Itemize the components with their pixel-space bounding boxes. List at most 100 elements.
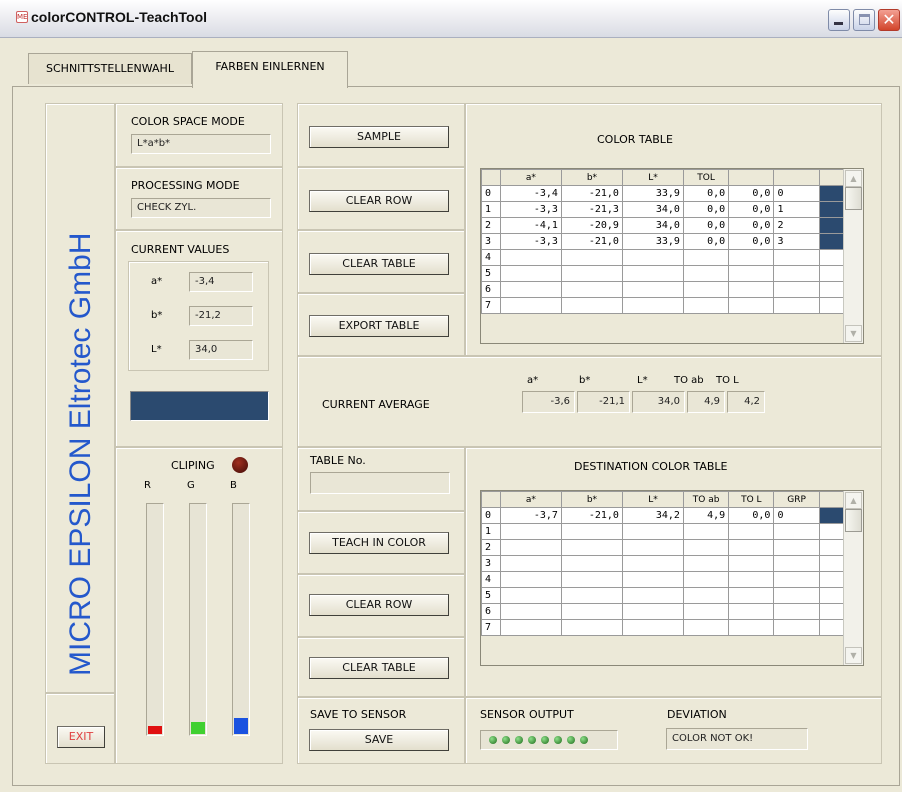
destination-table-row[interactable]: 4 [481, 571, 847, 588]
color-table-cell[interactable] [728, 249, 775, 266]
clear-table-button[interactable]: CLEAR TABLE [309, 253, 449, 275]
color-table-cell[interactable]: -3,4 [499, 185, 562, 202]
destination-table-cell[interactable] [728, 539, 775, 556]
color-table-cell[interactable]: -20,9 [560, 217, 623, 234]
color-table-cell[interactable] [682, 297, 730, 314]
destination-table-row[interactable]: 1 [481, 523, 847, 540]
maximize-button[interactable] [853, 9, 875, 31]
destination-table-cell[interactable] [682, 587, 730, 604]
color-table-cell[interactable] [560, 265, 623, 282]
destination-table-cell[interactable] [728, 603, 775, 620]
color-table-cell[interactable] [728, 297, 775, 314]
destination-table-cell[interactable] [773, 619, 820, 636]
clear-table-2-button[interactable]: CLEAR TABLE [309, 657, 449, 679]
destination-table-cell[interactable] [682, 539, 730, 556]
color-table-row[interactable]: 3 -3,3 -21,0 33,9 0,0 0,0 3 [481, 233, 847, 250]
destination-table-cell[interactable] [773, 603, 820, 620]
destination-table-scrollbar[interactable]: ▲ ▼ [843, 491, 863, 665]
color-table-cell[interactable] [621, 249, 684, 266]
destination-table-cell[interactable] [621, 555, 684, 572]
minimize-button[interactable] [828, 9, 850, 31]
destination-table-cell[interactable] [682, 523, 730, 540]
teach-in-color-button[interactable]: TEACH IN COLOR [309, 532, 449, 554]
clear-row-button[interactable]: CLEAR ROW [309, 190, 449, 212]
destination-table-cell[interactable] [728, 571, 775, 588]
destination-table-cell[interactable] [728, 523, 775, 540]
scroll-up-icon[interactable]: ▲ [845, 170, 862, 187]
destination-table-selection-cell[interactable] [818, 619, 847, 636]
destination-table-cell[interactable] [499, 603, 562, 620]
destination-table-cell[interactable] [728, 619, 775, 636]
color-table-cell[interactable] [560, 281, 623, 298]
color-table-scrollbar[interactable]: ▲ ▼ [843, 169, 863, 343]
color-table-row[interactable]: 5 [481, 265, 847, 282]
color-table-cell[interactable] [773, 265, 820, 282]
destination-table-cell[interactable] [773, 523, 820, 540]
destination-table-cell[interactable] [621, 603, 684, 620]
color-table-cell[interactable]: 34,0 [621, 201, 684, 218]
destination-table-cell[interactable] [560, 619, 623, 636]
destination-table-row[interactable]: 6 [481, 603, 847, 620]
processing-mode-field[interactable]: CHECK ZYL. [131, 198, 271, 218]
close-button[interactable]: ✕ [878, 9, 900, 31]
color-table-row[interactable]: 2 -4,1 -20,9 34,0 0,0 0,0 2 [481, 217, 847, 234]
color-table-cell[interactable]: 0,0 [728, 217, 775, 234]
scroll-down-icon[interactable]: ▼ [845, 647, 862, 664]
color-table-cell[interactable]: 1 [773, 201, 820, 218]
destination-table-cell[interactable] [621, 587, 684, 604]
destination-table-cell[interactable]: -21,0 [560, 507, 623, 524]
color-table-cell[interactable] [682, 265, 730, 282]
destination-table-selection-cell[interactable] [818, 539, 847, 556]
color-table-cell[interactable] [682, 249, 730, 266]
destination-table-cell[interactable] [560, 603, 623, 620]
destination-table-cell[interactable] [621, 539, 684, 556]
destination-table-cell[interactable] [560, 587, 623, 604]
destination-table-cell[interactable] [728, 587, 775, 604]
tab-schnittstellenwahl[interactable]: SCHNITTSTELLENWAHL [28, 53, 192, 84]
color-table-selection-cell[interactable] [818, 217, 847, 234]
color-table-cell[interactable] [499, 265, 562, 282]
color-table-cell[interactable] [621, 297, 684, 314]
app-logo-icon[interactable]: ME [16, 11, 28, 23]
destination-table-selection-cell[interactable] [818, 571, 847, 588]
destination-table-cell[interactable] [560, 555, 623, 572]
color-table-cell[interactable]: -21,0 [560, 185, 623, 202]
destination-table-cell[interactable] [773, 555, 820, 572]
destination-table-selection-cell[interactable] [818, 523, 847, 540]
destination-table-cell[interactable] [773, 571, 820, 588]
destination-table-row[interactable]: 5 [481, 587, 847, 604]
destination-table-cell[interactable] [621, 523, 684, 540]
color-table-cell[interactable] [728, 265, 775, 282]
destination-table-cell[interactable] [499, 587, 562, 604]
destination-table-cell[interactable] [560, 523, 623, 540]
color-table-selection-cell[interactable] [818, 233, 847, 250]
destination-table-cell[interactable]: -3,7 [499, 507, 562, 524]
destination-table-cell[interactable] [499, 555, 562, 572]
color-table-cell[interactable]: -4,1 [499, 217, 562, 234]
destination-table-selection-cell[interactable] [818, 555, 847, 572]
destination-table-selection-cell[interactable] [818, 507, 847, 524]
color-table-cell[interactable]: -3,3 [499, 233, 562, 250]
color-table-cell[interactable] [682, 281, 730, 298]
destination-table-cell[interactable] [499, 571, 562, 588]
color-table-cell[interactable] [621, 265, 684, 282]
destination-table-cell[interactable] [499, 619, 562, 636]
color-table-selection-cell[interactable] [818, 297, 847, 314]
color-table-cell[interactable]: 33,9 [621, 233, 684, 250]
destination-table-cell[interactable] [682, 555, 730, 572]
destination-table-cell[interactable] [621, 619, 684, 636]
color-space-field[interactable]: L*a*b* [131, 134, 271, 154]
destination-table-cell[interactable]: 0,0 [728, 507, 775, 524]
color-table-selection-cell[interactable] [818, 249, 847, 266]
destination-table-cell[interactable] [499, 523, 562, 540]
color-table-cell[interactable]: -3,3 [499, 201, 562, 218]
destination-table-row[interactable]: 0 -3,7 -21,0 34,2 4,9 0,0 0 [481, 507, 847, 524]
color-table-selection-cell[interactable] [818, 265, 847, 282]
scroll-up-icon[interactable]: ▲ [845, 492, 862, 509]
color-table-row[interactable]: 6 [481, 281, 847, 298]
color-table-selection-cell[interactable] [818, 185, 847, 202]
destination-table-cell[interactable]: 0 [773, 507, 820, 524]
destination-table-cell[interactable] [499, 539, 562, 556]
save-button[interactable]: SAVE [309, 729, 449, 751]
color-table-cell[interactable] [728, 281, 775, 298]
